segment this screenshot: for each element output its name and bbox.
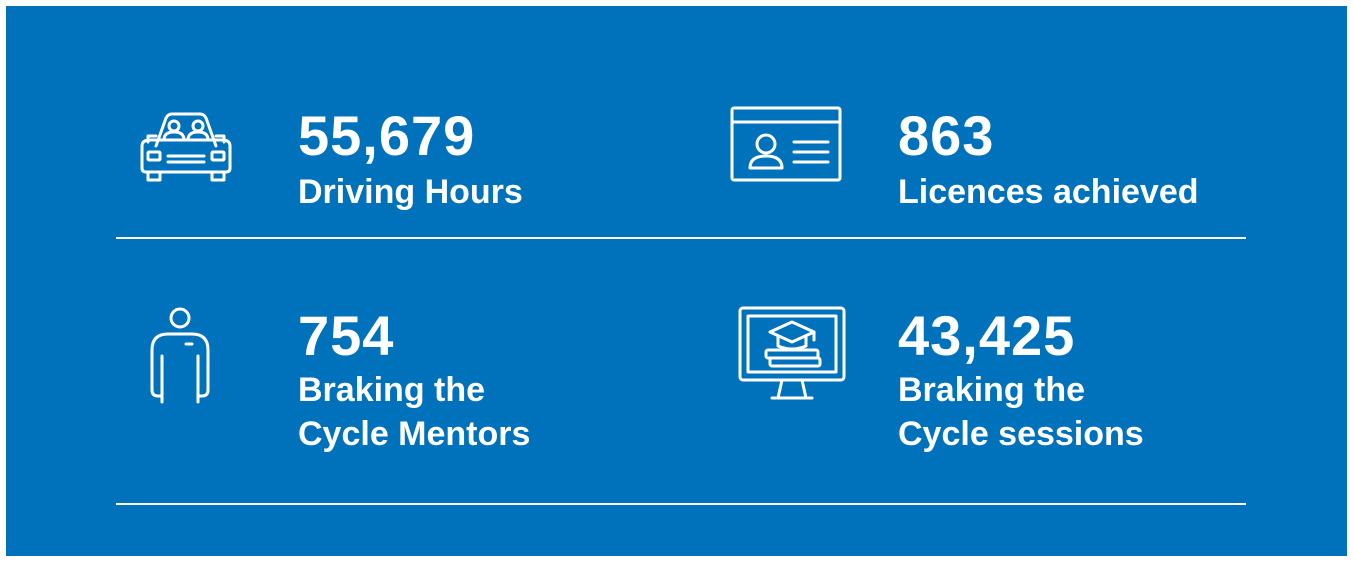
id-card-icon <box>730 106 842 182</box>
driving-hours-label: Driving Hours <box>298 173 523 211</box>
online-learning-monitor-icon <box>738 306 848 410</box>
sessions-label-line-2: Cycle sessions <box>898 415 1144 453</box>
licences-achieved-value: 863 <box>898 104 995 167</box>
sessions-label-line-1: Braking the <box>898 371 1086 409</box>
mentors-label-line-2: Cycle Mentors <box>298 415 531 453</box>
stats-panel: 55,679 Driving Hours 863 Licences achiev… <box>6 6 1347 556</box>
divider-top <box>116 237 1246 239</box>
driving-hours-value: 55,679 <box>298 104 476 167</box>
car-icon <box>136 106 236 186</box>
mentors-label-line-1: Braking the <box>298 371 486 409</box>
person-icon <box>140 306 220 406</box>
divider-bottom <box>116 503 1246 505</box>
licences-achieved-label: Licences achieved <box>898 173 1199 211</box>
sessions-value: 43,425 <box>898 304 1076 367</box>
mentors-value: 754 <box>298 304 395 367</box>
